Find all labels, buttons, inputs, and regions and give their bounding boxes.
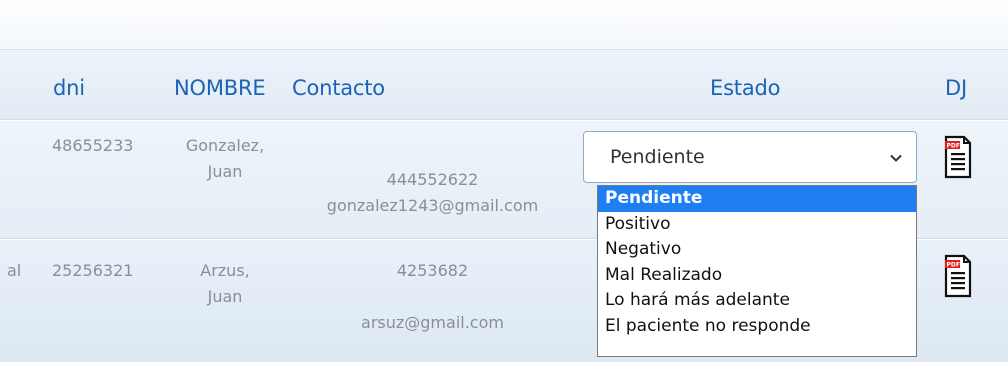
pdf-icon[interactable]: PDF <box>944 254 972 298</box>
estado-option-no-responde[interactable]: El paciente no responde <box>598 314 916 340</box>
estado-option-negativo[interactable]: Negativo <box>598 237 916 263</box>
nombre-first: Juan <box>207 162 243 181</box>
header-dj: DJ <box>945 76 967 100</box>
contacto-cell: 444552622 gonzalez1243@gmail.com <box>295 167 570 219</box>
estado-option-pendiente[interactable]: Pendiente <box>598 186 916 212</box>
svg-text:PDF: PDF <box>947 143 960 150</box>
estado-dropdown-list: Pendiente Positivo Negativo Mal Realizad… <box>597 185 917 357</box>
nombre-cell: Gonzalez, Juan <box>170 133 280 185</box>
chevron-down-icon <box>890 154 902 162</box>
header-estado: Estado <box>710 76 781 100</box>
contact-email: gonzalez1243@gmail.com <box>326 196 539 215</box>
header-dni: dni <box>53 76 85 100</box>
pdf-icon[interactable]: PDF <box>944 135 972 179</box>
nombre-surname: Gonzalez, <box>185 136 265 155</box>
truncated-cell-fragment: al <box>7 261 22 280</box>
top-strip <box>0 0 1008 50</box>
contact-phone: 4253682 <box>396 261 469 280</box>
dni-cell: 25256321 <box>52 261 134 280</box>
nombre-surname: Arzus, <box>200 261 250 280</box>
estado-select-value: Pendiente <box>610 146 705 168</box>
estado-option-positivo[interactable]: Positivo <box>598 212 916 238</box>
estado-option-lo-hara-mas-adelante[interactable]: Lo hará más adelante <box>598 288 916 314</box>
contact-email: arsuz@gmail.com <box>361 313 504 332</box>
contacto-cell: 4253682 arsuz@gmail.com <box>295 258 570 336</box>
contact-phone: 444552622 <box>386 170 479 189</box>
estado-select[interactable]: Pendiente <box>583 131 917 183</box>
nombre-cell: Arzus, Juan <box>170 258 280 310</box>
dni-cell: 48655233 <box>52 136 134 155</box>
header-contacto: Contacto <box>292 76 385 100</box>
page-background <box>0 362 1008 382</box>
svg-text:PDF: PDF <box>947 262 960 269</box>
nombre-first: Juan <box>207 287 243 306</box>
table-header: dni NOMBRE Contacto Estado DJ <box>0 50 1008 120</box>
header-nombre: NOMBRE <box>174 76 266 100</box>
estado-option-mal-realizado[interactable]: Mal Realizado <box>598 263 916 289</box>
